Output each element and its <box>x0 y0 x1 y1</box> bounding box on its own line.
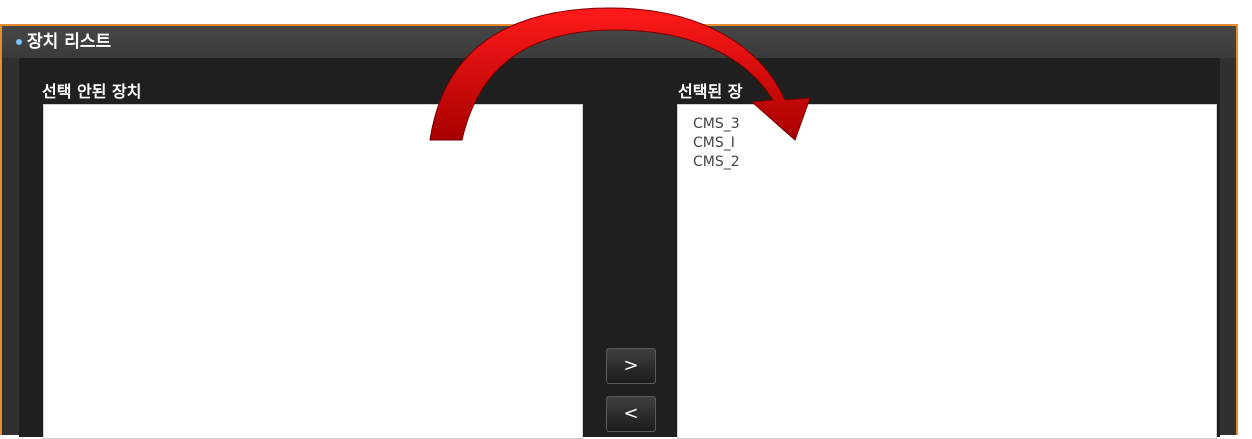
move-left-button[interactable]: < <box>606 396 656 432</box>
list-item[interactable]: CMS_2 <box>693 153 1216 172</box>
panel-title: 장치 리스트 <box>27 32 112 52</box>
list-item[interactable]: CMS_I <box>693 134 1216 153</box>
panel-header: 장치 리스트 <box>2 26 1236 58</box>
move-right-button[interactable]: > <box>606 348 656 384</box>
unselected-devices-list[interactable] <box>43 104 583 439</box>
panel-body: 선택 안된 장치 선택된 장 CMS_3 CMS_I CMS_2 > < <box>19 58 1220 439</box>
selected-devices-list[interactable]: CMS_3 CMS_I CMS_2 <box>677 104 1217 439</box>
selected-devices-label: 선택된 장 <box>678 82 743 101</box>
bullet-icon <box>16 39 22 45</box>
unselected-devices-label: 선택 안된 장치 <box>42 82 142 101</box>
list-item[interactable]: CMS_3 <box>693 115 1216 134</box>
device-list-panel: 장치 리스트 선택 안된 장치 선택된 장 CMS_3 CMS_I CMS_2 … <box>0 24 1238 439</box>
